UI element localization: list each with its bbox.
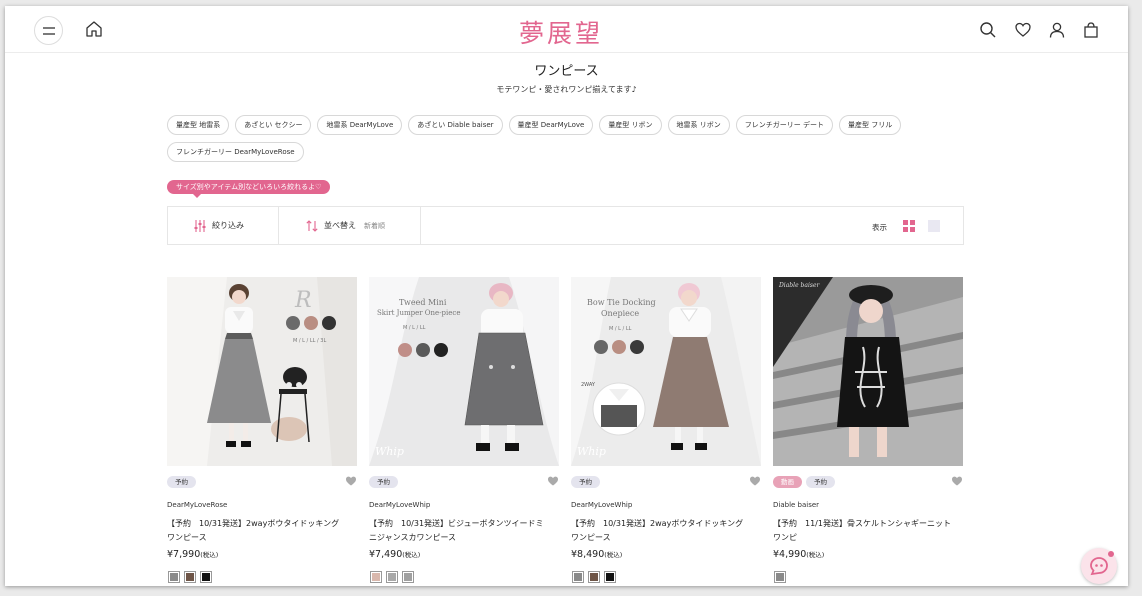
color-swatches	[370, 571, 414, 583]
color-swatches	[168, 571, 212, 583]
search-icon[interactable]	[979, 21, 997, 39]
color-swatches	[572, 571, 616, 583]
tag-chip[interactable]: 地雷系 リボン	[667, 115, 730, 135]
favorite-heart-icon[interactable]	[951, 475, 963, 487]
page-subtitle: モテワンピ・愛されワンピ揃えてます♪	[496, 85, 637, 94]
image-size-text: M / L / LL	[403, 325, 426, 331]
chat-button[interactable]	[1081, 548, 1117, 584]
product-image[interactable]: R M / L / LL / 3L	[167, 277, 357, 466]
sort-value: 新着順	[364, 221, 385, 230]
color-swatch[interactable]	[604, 571, 616, 583]
video-badge: 動画	[773, 476, 802, 488]
narrow-button[interactable]: 絞り込み	[194, 207, 244, 244]
tag-chip[interactable]: あざとい セクシー	[235, 115, 312, 135]
narrow-label: 絞り込み	[212, 221, 244, 230]
badge-row: 予約	[571, 476, 600, 488]
product-brand[interactable]: Diable baiser	[773, 501, 819, 509]
badge-row: 予約	[369, 476, 398, 488]
image-title-text: Onepiece	[601, 309, 639, 318]
heart-icon[interactable]	[1014, 21, 1032, 39]
filter-promo-bubble: サイズ別やアイテム別などいろいろ絞れるよ♡	[167, 180, 331, 198]
tag-chip[interactable]: 量産型 フリル	[839, 115, 902, 135]
badge-row: 予約	[167, 476, 196, 488]
menu-button[interactable]	[34, 16, 63, 45]
product-price: ¥7,990(税込)	[167, 549, 219, 560]
image-2way-text: 2WAY	[581, 382, 596, 388]
filter-sliders-icon	[194, 219, 206, 232]
favorite-heart-icon[interactable]	[547, 475, 559, 487]
color-swatch[interactable]	[774, 571, 786, 583]
color-swatch[interactable]	[402, 571, 414, 583]
tag-chip[interactable]: フレンチガーリー DearMyLoveRose	[167, 142, 304, 162]
tag-chip[interactable]: 地雷系 DearMyLove	[317, 115, 403, 135]
badge-row: 動画 予約	[773, 476, 835, 488]
color-swatch[interactable]	[572, 571, 584, 583]
view-label: 表示	[872, 223, 887, 232]
status-badge: 予約	[369, 476, 398, 488]
site-header: 夢展望	[5, 6, 1128, 53]
image-brand-text: Whip	[375, 445, 404, 458]
tag-chip[interactable]: 量産型 DearMyLove	[508, 115, 594, 135]
bag-icon[interactable]	[1082, 21, 1100, 39]
product-price: ¥7,490(税込)	[369, 549, 421, 560]
product-name[interactable]: 【予約 10/31発送】2wayボウタイドッキングワンピース	[167, 517, 347, 545]
color-swatch[interactable]	[184, 571, 196, 583]
notification-dot	[1108, 551, 1114, 557]
image-logo-letter: R	[294, 288, 312, 313]
user-icon[interactable]	[1048, 21, 1066, 39]
tag-chip[interactable]: フレンチガーリー デート	[735, 115, 834, 135]
sort-button[interactable]: 並べ替え 新着順	[306, 207, 385, 244]
image-size-text: M / L / LL / 3L	[293, 338, 326, 344]
menu-icon	[42, 26, 55, 35]
favorite-heart-icon[interactable]	[345, 475, 357, 487]
status-badge: 予約	[167, 476, 196, 488]
color-swatch[interactable]	[588, 571, 600, 583]
product-name[interactable]: 【予約 10/31発送】ビジューボタンツイードミニジャンスカワンピース	[369, 517, 549, 545]
color-swatch[interactable]	[200, 571, 212, 583]
color-swatch[interactable]	[386, 571, 398, 583]
product-price: ¥4,990(税込)	[773, 549, 825, 560]
product-image[interactable]: Tweed Mini Skirt Jumper One-piece M / L …	[369, 277, 559, 466]
color-swatch[interactable]	[168, 571, 180, 583]
status-badge: 予約	[806, 476, 835, 488]
tag-list: 量産型 地雷系 あざとい セクシー 地雷系 DearMyLove あざとい Di…	[167, 115, 927, 162]
tag-chip[interactable]: 量産型 リボン	[599, 115, 662, 135]
product-name[interactable]: 【予約 10/31発送】2wayボウタイドッキングワンピース	[571, 517, 751, 545]
image-size-text: M / L / LL	[609, 326, 632, 332]
tag-chip[interactable]: あざとい Diable baiser	[408, 115, 503, 135]
sort-arrows-icon	[306, 219, 318, 232]
product-price: ¥8,490(税込)	[571, 549, 623, 560]
browser-frame: 夢展望 ワンピース モテワンピ・愛されワンピ揃えてます♪ 量産型 地雷系 あざと…	[5, 6, 1128, 586]
home-icon[interactable]	[85, 20, 103, 38]
product-image[interactable]: Bow Tie Docking Onepiece M / L / LL 2WAY	[571, 277, 761, 466]
image-brand-text: Whip	[577, 445, 606, 458]
sort-label: 並べ替え	[324, 221, 356, 230]
page-title: ワンピース	[534, 64, 599, 79]
chat-bubble-icon	[1090, 557, 1108, 576]
filter-divider	[420, 207, 421, 244]
grid-view-icon[interactable]	[903, 220, 915, 232]
image-title-text: Bow Tie Docking	[587, 298, 656, 307]
product-name[interactable]: 【予約 11/1発送】骨スケルトンシャギーニットワンピ	[773, 517, 953, 545]
favorite-heart-icon[interactable]	[749, 475, 761, 487]
color-swatches	[774, 571, 786, 583]
product-brand[interactable]: DearMyLoveWhip	[369, 501, 430, 509]
list-view-icon[interactable]	[928, 220, 940, 232]
product-image[interactable]: Diable baiser	[773, 277, 963, 466]
status-badge: 予約	[571, 476, 600, 488]
product-brand[interactable]: DearMyLoveWhip	[571, 501, 632, 509]
filter-divider	[278, 207, 279, 244]
color-swatch[interactable]	[370, 571, 382, 583]
image-brand-text: Diable baiser	[778, 282, 820, 289]
product-brand[interactable]: DearMyLoveRose	[167, 501, 227, 509]
site-logo[interactable]: 夢展望	[519, 14, 603, 50]
image-title-text: Tweed Mini	[399, 298, 447, 307]
image-title-text: Skirt Jumper One-piece	[377, 309, 461, 317]
filter-bar: 絞り込み 並べ替え 新着順 表示	[167, 206, 964, 245]
tag-chip[interactable]: 量産型 地雷系	[167, 115, 230, 135]
